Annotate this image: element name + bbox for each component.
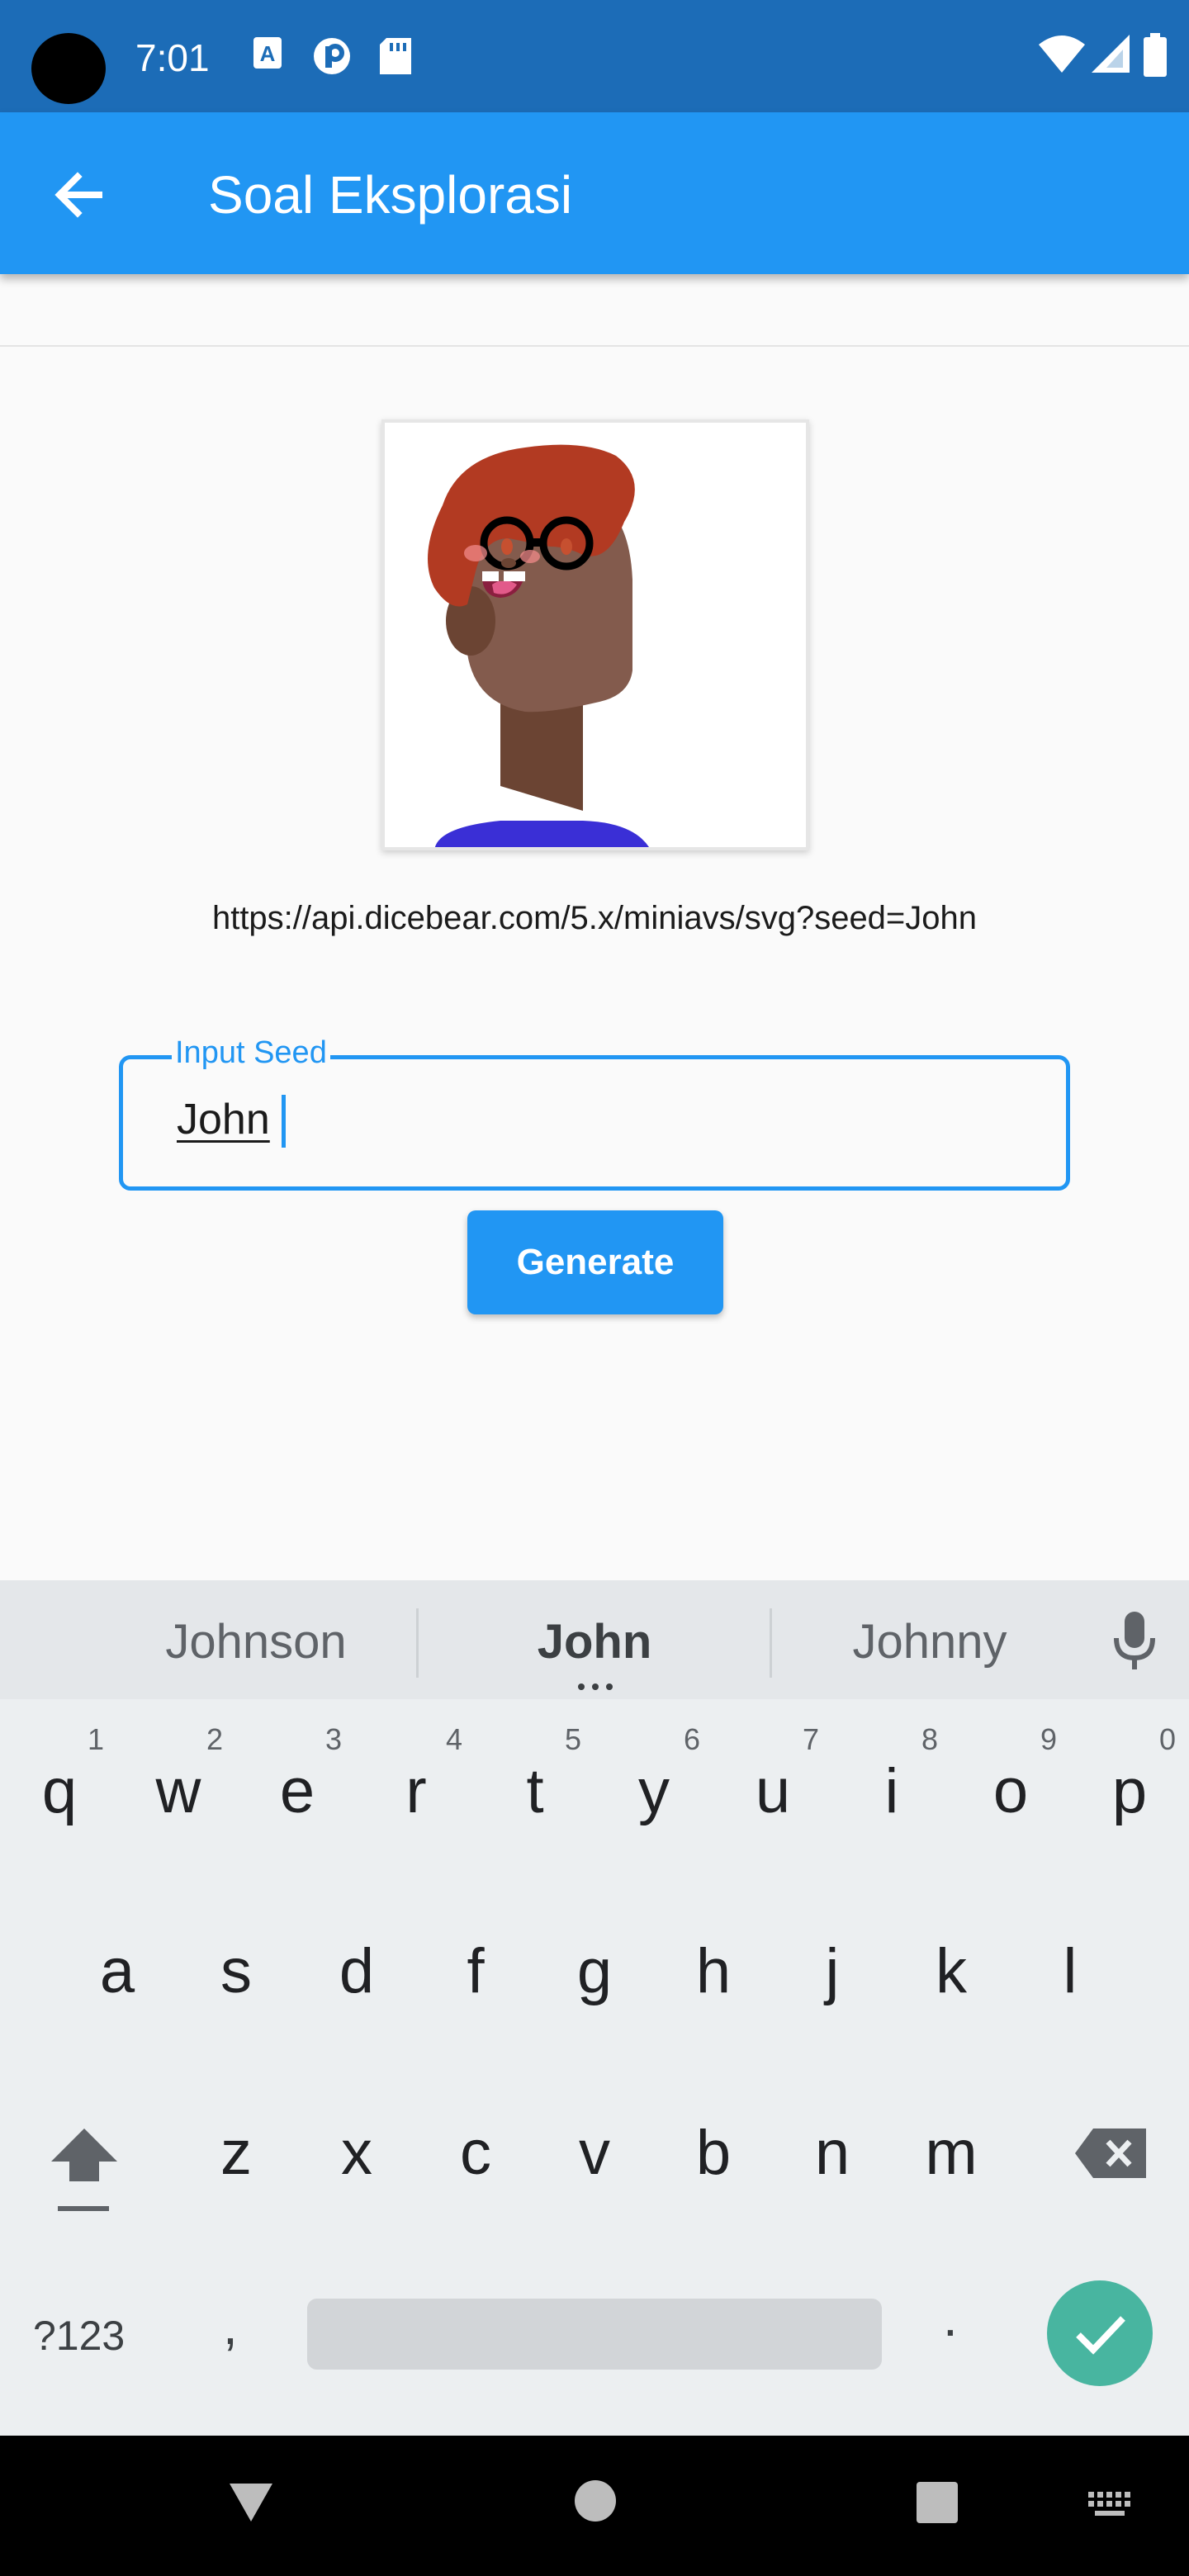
seed-input-value[interactable]: John xyxy=(177,1091,270,1148)
key-n[interactable]: n xyxy=(783,2087,882,2219)
key-z[interactable]: z xyxy=(187,2087,286,2219)
page-title: Soal Eksplorasi xyxy=(208,165,573,225)
suggestion-bar: Johnson John Johnny xyxy=(0,1580,1189,1699)
camera-cutout xyxy=(31,33,106,104)
key-s[interactable]: s xyxy=(187,1906,286,2038)
suggestion-divider xyxy=(770,1608,772,1678)
app-bar: Soal Eksplorasi xyxy=(0,112,1189,274)
wifi-icon xyxy=(1039,36,1085,73)
key-j[interactable]: j xyxy=(783,1906,882,2038)
back-triangle-icon[interactable] xyxy=(226,2480,276,2525)
suggestion-johnson[interactable]: Johnson xyxy=(132,1613,380,1671)
key-x[interactable]: x xyxy=(307,2087,406,2219)
svg-text:A: A xyxy=(260,41,276,66)
key-hint-5: 5 xyxy=(564,1722,582,1756)
key-h[interactable]: h xyxy=(664,1906,763,2038)
symbols-key[interactable]: ?123 xyxy=(33,2307,125,2365)
key-hint-7: 7 xyxy=(802,1722,820,1756)
generate-button[interactable]: Generate xyxy=(467,1210,723,1314)
period-key[interactable]: . xyxy=(943,2287,958,2348)
key-l[interactable]: l xyxy=(1021,1906,1120,2038)
status-bar: 7:01 A xyxy=(0,0,1189,112)
key-hint-9: 9 xyxy=(1040,1722,1058,1756)
a-notification-icon: A xyxy=(253,37,282,69)
checkmark-icon xyxy=(1076,2316,1125,2355)
text-cursor xyxy=(282,1095,286,1148)
key-hint-6: 6 xyxy=(683,1722,701,1756)
key-hint-0: 0 xyxy=(1158,1722,1177,1756)
key-hint-4: 4 xyxy=(445,1722,463,1756)
microphone-icon[interactable] xyxy=(1111,1610,1158,1673)
space-key[interactable] xyxy=(307,2299,882,2370)
key-hint-8: 8 xyxy=(921,1722,939,1756)
battery-icon xyxy=(1144,33,1167,77)
key-hint-3: 3 xyxy=(324,1722,343,1756)
key-m[interactable]: m xyxy=(902,2087,1001,2219)
key-hint-1: 1 xyxy=(87,1722,105,1756)
key-hint-2: 2 xyxy=(206,1722,224,1756)
divider xyxy=(0,345,1189,347)
soft-keyboard: Johnson John Johnny q w e r t y u i o p … xyxy=(0,1580,1189,2436)
suggestion-divider xyxy=(416,1608,419,1678)
system-nav-bar xyxy=(0,2436,1189,2576)
avatar-url-text: https://api.dicebear.com/5.x/miniavs/svg… xyxy=(211,900,978,936)
sd-card-icon xyxy=(380,38,411,74)
key-g[interactable]: g xyxy=(545,1906,644,2038)
keyboard-switch-icon[interactable] xyxy=(1087,2490,1133,2518)
key-c[interactable]: c xyxy=(426,2087,525,2219)
key-b[interactable]: b xyxy=(664,2087,763,2219)
key-a[interactable]: a xyxy=(68,1906,167,2038)
key-d[interactable]: d xyxy=(307,1906,406,2038)
comma-key[interactable]: , xyxy=(223,2295,238,2356)
more-suggestions-icon xyxy=(578,1683,613,1690)
key-f[interactable]: f xyxy=(426,1906,525,2038)
enter-key[interactable] xyxy=(1047,2280,1153,2386)
key-v[interactable]: v xyxy=(545,2087,644,2219)
avatar-image xyxy=(381,419,809,850)
arrow-back-icon[interactable] xyxy=(46,162,112,228)
signal-icon xyxy=(1092,35,1130,73)
status-time: 7:01 xyxy=(135,36,210,79)
suggestion-john[interactable]: John xyxy=(471,1613,718,1671)
suggestion-johnny[interactable]: Johnny xyxy=(806,1613,1054,1671)
recents-square-icon[interactable] xyxy=(915,2480,959,2525)
shift-icon[interactable] xyxy=(46,2120,122,2219)
seed-input-label: Input Seed xyxy=(172,1034,330,1072)
home-circle-icon[interactable] xyxy=(573,2479,618,2523)
key-k[interactable]: k xyxy=(902,1906,1001,2038)
p-notification-icon xyxy=(314,38,350,74)
backspace-icon[interactable] xyxy=(1073,2125,1149,2183)
